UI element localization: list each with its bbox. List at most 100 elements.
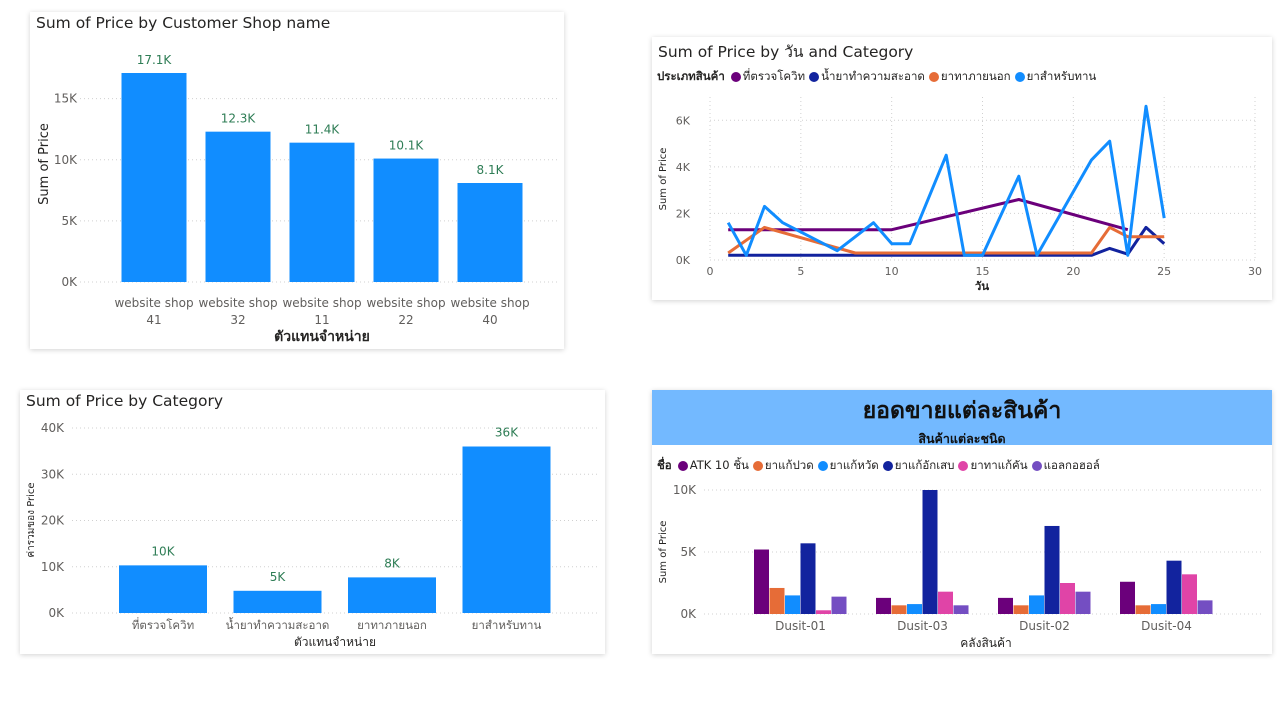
x-axis-title: ตัวแทนจำหน่าย <box>294 635 376 649</box>
y-tick-label: 0K <box>48 606 65 620</box>
x-tick-label: 0 <box>707 265 714 278</box>
bar <box>785 595 800 614</box>
clustered-bar-chart-warehouse: 0K 5K 10K Dusit-01 Dusit-03 Dusit-02 Dusit-04 ค… <box>658 483 1262 650</box>
x-tick-label: website shop <box>450 296 529 310</box>
bar <box>831 596 847 614</box>
x-tick-label: ยาสำหรับทาน <box>472 618 542 632</box>
y-tick-label: 20K <box>41 514 65 528</box>
y-tick-label: 15K <box>54 92 78 106</box>
bar-chart-category: 0K 10K 20K 30K 40K 10K ที่ตรวจโควิท 5K น้ำยาทำคว… <box>26 421 598 649</box>
bar <box>922 490 938 614</box>
data-label: 8K <box>384 556 401 570</box>
data-label: 17.1K <box>137 53 173 67</box>
bar <box>754 549 769 614</box>
x-tick-label: 20 <box>1066 265 1080 278</box>
x-tick-label: 32 <box>230 313 245 327</box>
bar <box>462 446 551 613</box>
x-tick-label: website shop <box>114 296 193 310</box>
y-tick-label: 10K <box>54 153 78 167</box>
y-tick-label: 5K <box>680 545 697 559</box>
x-tick-label: ยาทาภายนอก <box>357 618 427 632</box>
y-tick-label: 10K <box>41 560 65 574</box>
x-tick-label: 30 <box>1248 265 1262 278</box>
data-label: 11.4K <box>305 123 341 137</box>
x-tick-label: 25 <box>1157 265 1171 278</box>
x-axis-title: คลังสินค้า <box>960 636 1012 650</box>
y-axis-title: Sum of Price <box>658 521 669 584</box>
x-tick-label: 11 <box>314 313 329 327</box>
chart-card-category[interactable]: Sum of Price by Category 0K 10K 20K 30K 40K 1… <box>20 390 605 654</box>
bar <box>1120 581 1135 614</box>
y-tick-label: 0K <box>676 254 691 267</box>
bar <box>1151 604 1166 614</box>
data-label: 8.1K <box>477 163 505 177</box>
bar <box>373 158 439 282</box>
x-axis-title: วัน <box>975 279 989 293</box>
chart-card-warehouse[interactable]: ยอดขายแต่ละสินค้า สินค้าแต่ละชนิด ชื่อ A… <box>652 390 1272 654</box>
bar <box>1182 574 1197 614</box>
x-tick-label: 15 <box>976 265 990 278</box>
y-axis-title: Sum of Price <box>37 123 52 205</box>
y-axis-title: Sum of Price <box>658 148 669 211</box>
bar <box>1197 600 1213 614</box>
x-tick-label: website shop <box>282 296 361 310</box>
x-tick-label: 41 <box>146 313 161 327</box>
y-tick-label: 6K <box>676 114 691 127</box>
bar <box>953 605 969 614</box>
x-tick-label: Dusit-04 <box>1141 619 1192 633</box>
data-label: 10.1K <box>389 139 425 153</box>
x-tick-label: website shop <box>198 296 277 310</box>
bar <box>876 597 891 614</box>
bar <box>1044 525 1060 614</box>
bar <box>1060 583 1075 614</box>
bar <box>1029 595 1044 614</box>
bar <box>205 131 271 282</box>
bar <box>938 591 953 614</box>
bar <box>800 543 816 614</box>
bar <box>119 565 207 613</box>
bar <box>1013 605 1029 614</box>
y-tick-label: 2K <box>676 207 691 220</box>
bar <box>233 590 322 613</box>
data-label: 12.3K <box>221 112 257 126</box>
y-axis-title: ค่ารวมของ Price <box>26 482 37 557</box>
x-tick-label: 40 <box>482 313 497 327</box>
bar <box>769 587 785 614</box>
y-tick-label: 5K <box>61 214 78 228</box>
bar <box>1075 591 1091 614</box>
data-label: 36K <box>495 426 519 440</box>
y-tick-label: 4K <box>676 161 691 174</box>
series-line <box>726 104 1166 257</box>
data-label: 10K <box>151 544 175 558</box>
bar <box>1135 605 1151 614</box>
y-tick-label: 30K <box>41 467 65 481</box>
bar-chart-shop: 0K 5K 10K 15K 17.1K website shop 41 12.3K websit… <box>37 53 560 345</box>
chart-card-shop[interactable]: Sum of Price by Customer Shop name 0K 5K 1… <box>30 12 564 349</box>
x-axis-title: ตัวแทนจำหน่าย <box>274 329 370 345</box>
bar <box>121 73 187 282</box>
x-tick-label: 22 <box>398 313 413 327</box>
x-tick-label: Dusit-01 <box>775 619 826 633</box>
data-label: 5K <box>270 570 287 584</box>
bar <box>907 604 922 614</box>
y-tick-label: 0K <box>61 275 78 289</box>
bar <box>348 577 436 613</box>
bar <box>1166 560 1182 614</box>
x-tick-label: 5 <box>797 265 804 278</box>
line-chart-day: 0K 2K 4K 6K 0 5 10 15 20 25 30 วัน Sum of Price <box>658 97 1262 293</box>
bar <box>816 610 831 614</box>
x-tick-label: 10 <box>885 265 899 278</box>
bar <box>457 183 523 282</box>
bar <box>998 597 1013 614</box>
x-tick-label: Dusit-02 <box>1019 619 1070 633</box>
bar <box>891 605 907 614</box>
x-tick-label: น้ำยาทำความสะอาด <box>226 617 330 632</box>
y-tick-label: 40K <box>41 421 65 435</box>
series-line <box>727 225 1165 255</box>
x-tick-label: website shop <box>366 296 445 310</box>
chart-card-day[interactable]: Sum of Price by วัน and Category ประเภทส… <box>652 37 1272 300</box>
x-tick-label: ที่ตรวจโควิท <box>132 617 194 632</box>
bar <box>289 142 355 282</box>
y-tick-label: 0K <box>680 607 697 621</box>
y-tick-label: 10K <box>673 483 697 497</box>
